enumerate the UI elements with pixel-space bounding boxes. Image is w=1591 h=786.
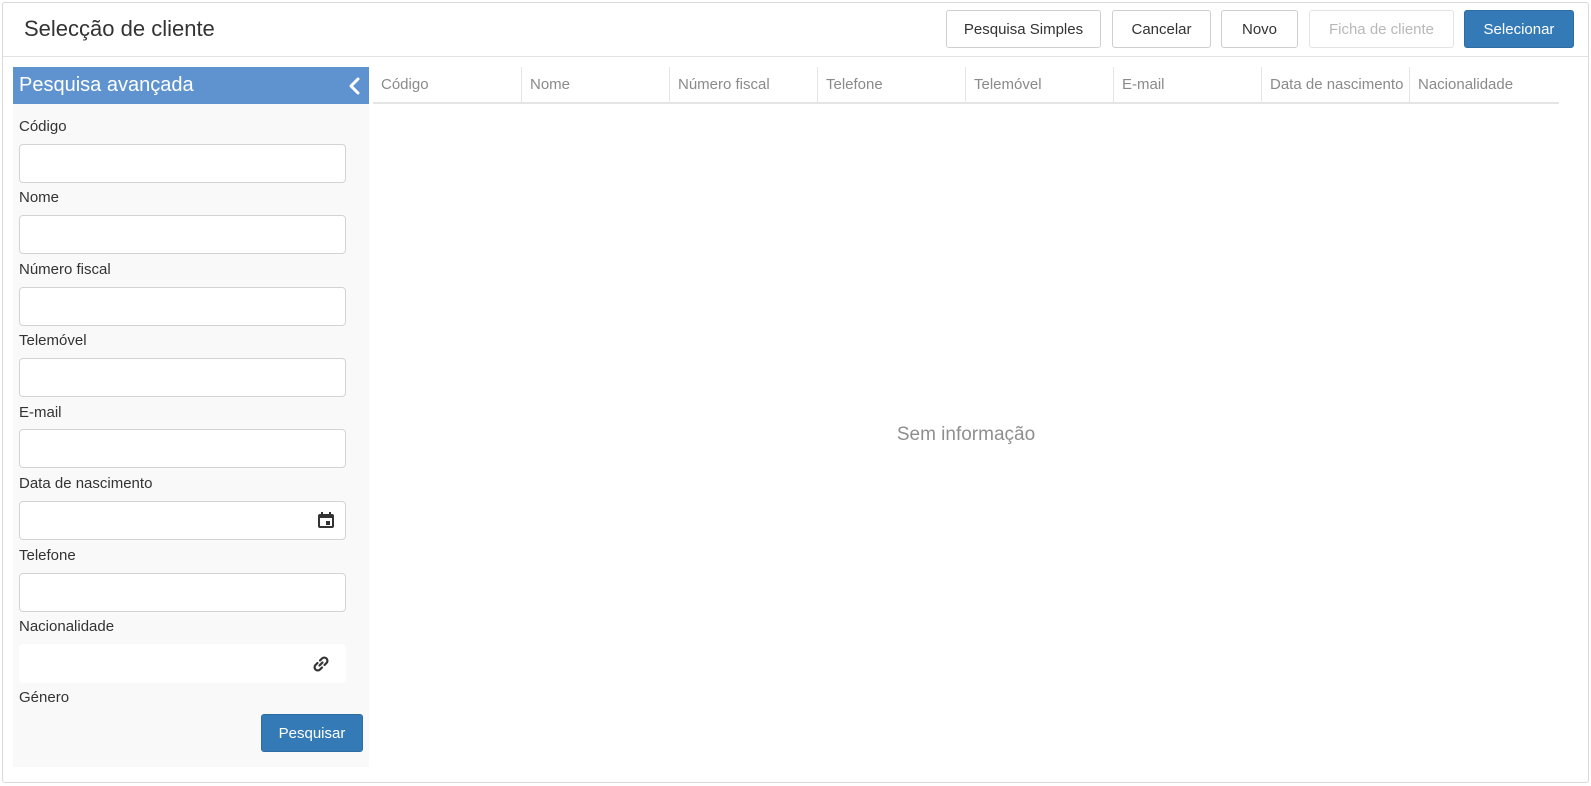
column-header-mobile[interactable]: Telemóvel [966,67,1114,102]
phone-input[interactable] [19,573,346,612]
column-header-phone[interactable]: Telefone [818,67,966,102]
new-button[interactable]: Novo [1221,10,1298,48]
mobile-label: Telemóvel [19,332,87,349]
column-header-code[interactable]: Código [373,67,522,102]
advanced-search-header: Pesquisa avançada [13,67,369,104]
page-title: Selecção de cliente [24,16,215,41]
gender-label: Género [19,689,70,706]
email-input[interactable] [19,429,346,468]
simple-search-button[interactable]: Pesquisa Simples [946,10,1101,48]
code-label: Código [19,118,67,135]
calendar-icon[interactable] [316,510,336,530]
client-selection-window: Selecção de cliente Pesquisa Simples Can… [2,2,1589,783]
tax-number-label: Número fiscal [19,261,111,278]
chevron-left-icon[interactable] [347,77,361,95]
link-icon[interactable] [311,654,331,674]
cancel-button[interactable]: Cancelar [1112,10,1211,48]
birth-date-label: Data de nascimento [19,475,153,492]
code-input[interactable] [19,144,346,183]
tax-number-input[interactable] [19,287,346,326]
client-record-button[interactable]: Ficha de cliente [1309,10,1454,48]
column-header-nationality[interactable]: Nacionalidade [1410,67,1559,102]
empty-state-message: Sem informação [896,424,1036,445]
advanced-search-panel: Pesquisa avançada Código Nome Número fis… [13,67,369,767]
nationality-label: Nacionalidade [19,618,115,635]
mobile-input[interactable] [19,358,346,397]
birth-date-input[interactable] [19,501,346,540]
column-header-email[interactable]: E-mail [1114,67,1262,102]
select-button[interactable]: Selecionar [1464,10,1574,48]
name-input[interactable] [19,215,346,254]
results-grid: Código Nome Número fiscal Telefone Telem… [373,67,1559,767]
advanced-search-title: Pesquisa avançada [19,74,194,96]
column-header-name[interactable]: Nome [522,67,670,102]
column-header-tax-number[interactable]: Número fiscal [670,67,818,102]
window-header: Selecção de cliente Pesquisa Simples Can… [3,3,1588,57]
name-label: Nome [19,189,60,206]
grid-header: Código Nome Número fiscal Telefone Telem… [373,67,1559,104]
phone-label: Telefone [19,547,76,564]
column-header-birth-date[interactable]: Data de nascimento [1262,67,1410,102]
search-button[interactable]: Pesquisar [261,714,363,752]
nationality-input[interactable] [19,644,346,683]
email-label: E-mail [19,404,62,421]
